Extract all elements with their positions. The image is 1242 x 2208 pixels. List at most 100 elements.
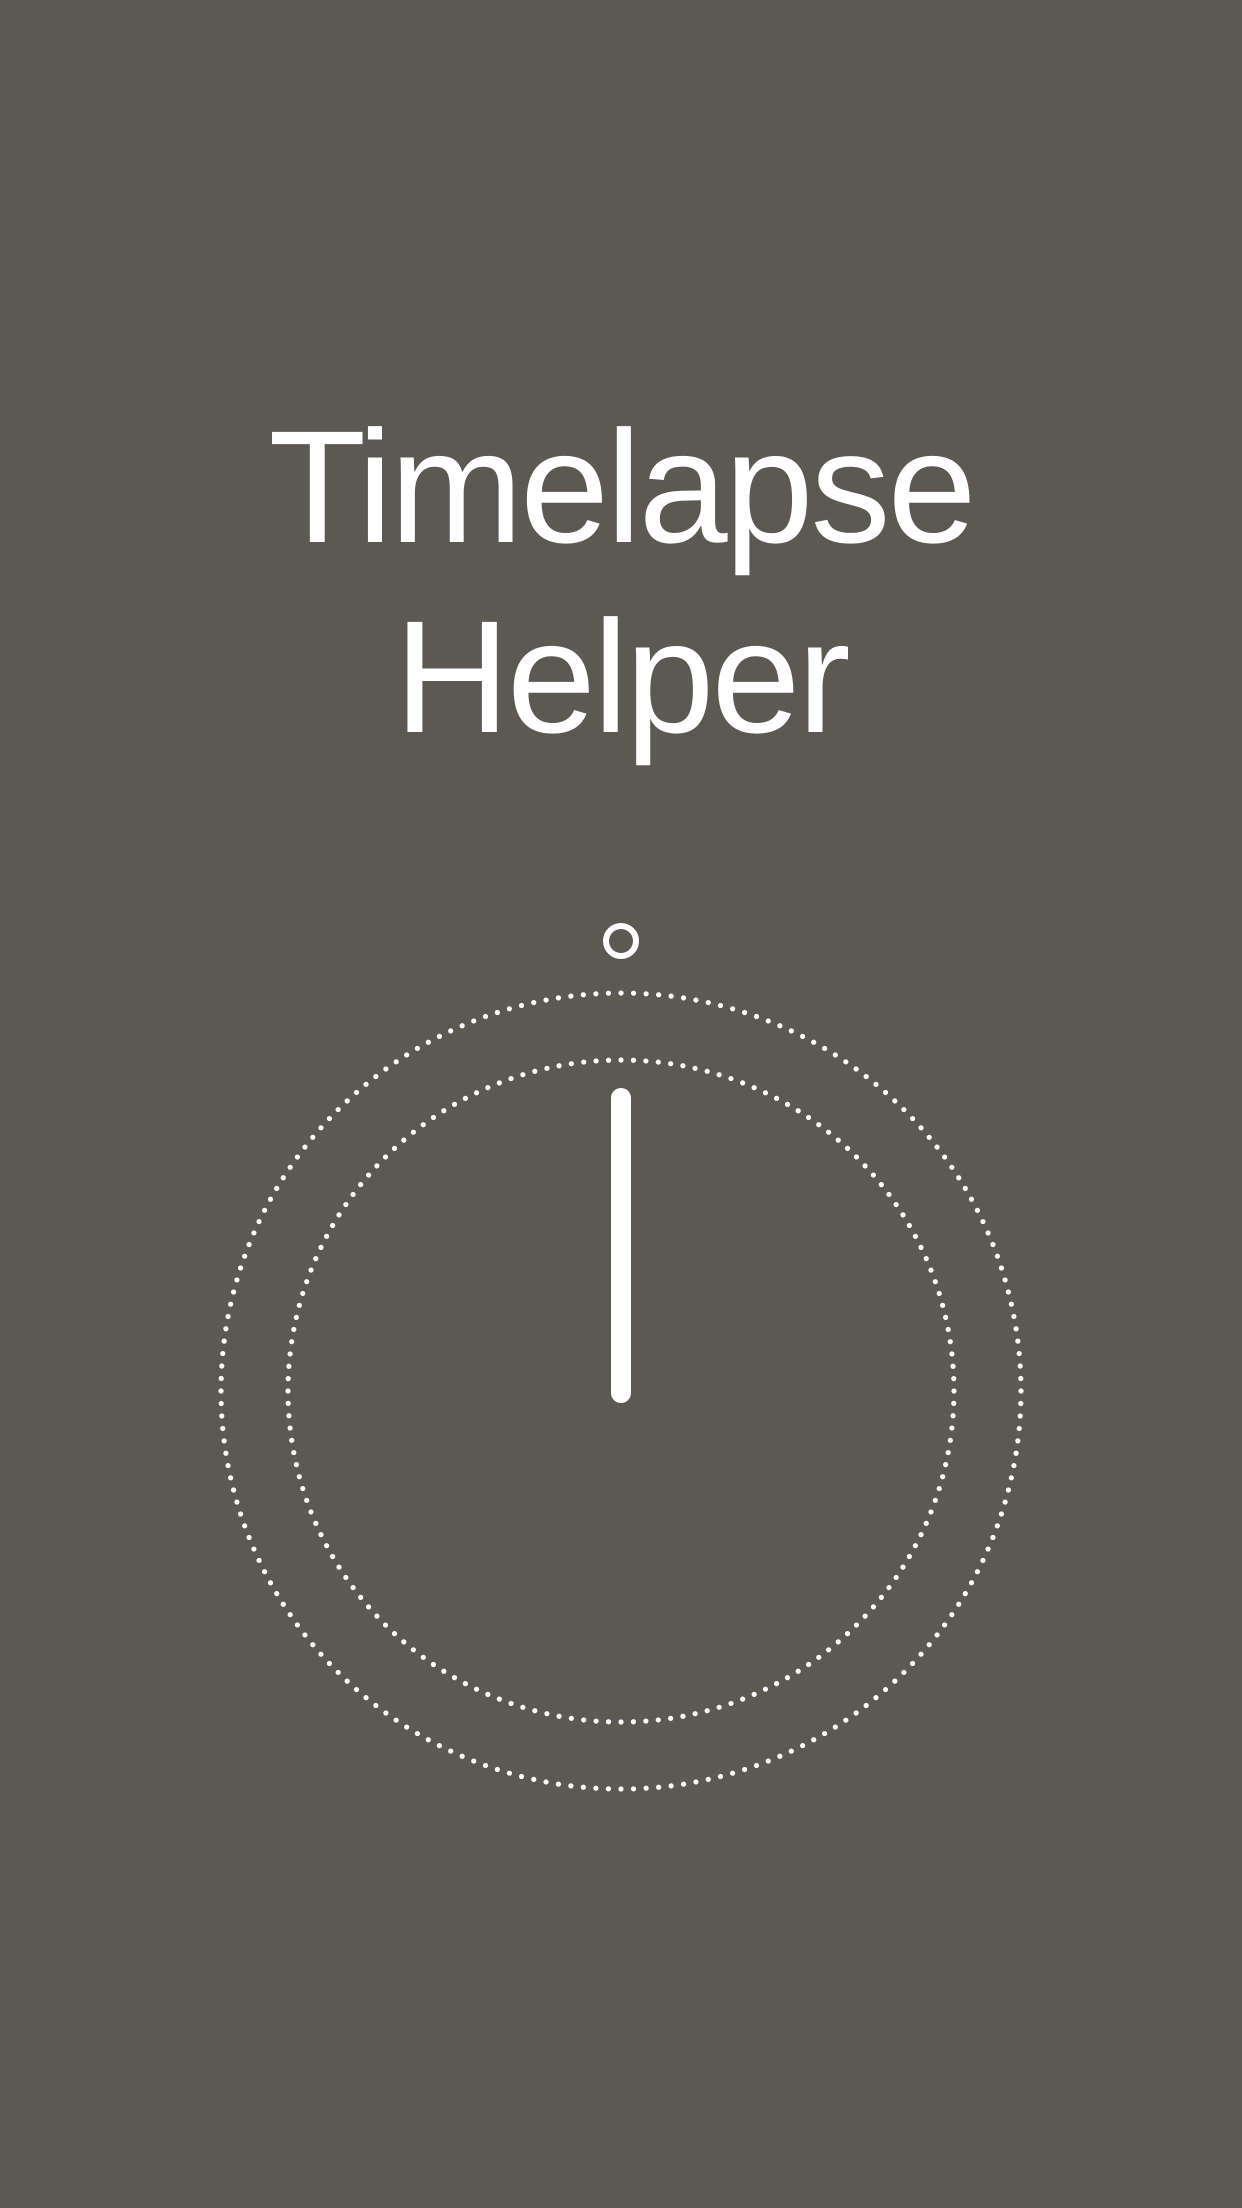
inner-ring-dot [544, 1065, 550, 1071]
outer-ring-dot [459, 1023, 465, 1029]
outer-ring-dot [873, 1081, 879, 1087]
inner-ring-dot [374, 1163, 380, 1169]
inner-ring-dot [774, 1095, 780, 1101]
inner-ring-dot [291, 1326, 297, 1333]
inner-ring-dot [751, 1691, 757, 1697]
inner-ring-dot [323, 1233, 330, 1239]
inner-ring-dot [374, 1613, 380, 1619]
inner-ring-dot [287, 1351, 293, 1357]
inner-ring-dot [289, 1437, 295, 1443]
inner-ring-dot [716, 1072, 722, 1078]
outer-ring-dot [230, 1289, 237, 1295]
inner-ring-dot [286, 1413, 292, 1419]
outer-ring-dot [693, 997, 699, 1003]
inner-ring-dot [795, 1108, 801, 1114]
outer-ring-dot [680, 995, 687, 1001]
inner-ring-dot [668, 1715, 674, 1721]
outer-ring-dot [822, 1045, 828, 1052]
inner-ring-dot [366, 1172, 372, 1178]
inner-ring-dot [496, 1696, 502, 1702]
outer-ring-dot [777, 1753, 783, 1759]
inner-ring-dot [774, 1681, 780, 1687]
outer-ring-dot [777, 1023, 783, 1029]
outer-ring-dot [383, 1710, 389, 1716]
inner-ring-dot [943, 1462, 949, 1468]
inner-ring-dot [923, 1520, 929, 1526]
inner-ring-dot [918, 1532, 924, 1538]
outer-ring-dot [326, 1115, 333, 1122]
inner-ring-dot [441, 1108, 447, 1114]
outer-ring-dot [811, 1737, 817, 1743]
inner-ring-dot [950, 1413, 956, 1419]
outer-ring-dot [287, 1612, 293, 1618]
outer-ring-dot [863, 1073, 869, 1080]
outer-ring-dot [1011, 1313, 1017, 1320]
inner-ring-dot [300, 1485, 306, 1492]
outer-ring-dot [242, 1523, 248, 1529]
inner-ring-dot [605, 1057, 612, 1063]
outer-ring-dot [344, 1098, 350, 1104]
outer-ring-dot [765, 1758, 771, 1764]
outer-ring-dot [956, 1175, 962, 1181]
outer-ring-dot [274, 1185, 280, 1191]
inner-ring-dot [350, 1584, 356, 1591]
inner-ring-dot [343, 1201, 349, 1208]
outer-ring-dot [1015, 1438, 1021, 1444]
outer-ring-dot [717, 1002, 724, 1009]
outer-ring-dot [531, 1776, 537, 1783]
outer-ring-dot [568, 993, 574, 999]
inner-ring-dot [936, 1290, 942, 1297]
inner-ring-dot [692, 1065, 698, 1071]
inner-ring-dot [655, 1059, 661, 1065]
inner-ring-dot [313, 1520, 319, 1526]
inner-ring-dot [556, 1713, 562, 1719]
inner-ring-dot [853, 1622, 860, 1628]
inner-ring-dot [556, 1063, 562, 1069]
timer-dial[interactable] [0, 0, 1242, 2208]
inner-ring-dot [391, 1145, 398, 1151]
inner-ring-dot [358, 1182, 364, 1188]
inner-ring-dot [680, 1713, 686, 1719]
outer-ring-dot [448, 1028, 454, 1034]
outer-ring-dot [256, 1557, 262, 1564]
inner-ring-dot [441, 1668, 447, 1674]
outer-ring-dot [225, 1313, 231, 1320]
outer-ring-dot [471, 1018, 477, 1024]
outer-ring-dot [863, 1702, 869, 1709]
inner-ring-dot [496, 1080, 502, 1086]
inner-ring-dot [568, 1715, 574, 1721]
inner-ring-dot [949, 1351, 955, 1357]
outer-ring-dot [1015, 1338, 1021, 1344]
outer-ring-dot [1018, 1388, 1024, 1394]
outer-ring-dot [618, 990, 624, 996]
dial-handle-knob[interactable] [603, 923, 639, 959]
inner-ring-dot [350, 1191, 356, 1198]
inner-ring-dot [336, 1212, 342, 1218]
inner-ring-dot [870, 1172, 877, 1178]
outer-ring-dot [843, 1059, 849, 1065]
outer-ring-dot [956, 1601, 962, 1607]
outer-ring-dot [630, 990, 637, 996]
outer-ring-dot [832, 1724, 838, 1730]
outer-ring-dot [668, 1783, 674, 1789]
outer-ring-dot [656, 1784, 662, 1790]
inner-ring-dot [740, 1080, 746, 1086]
inner-ring-dot [532, 1068, 538, 1074]
outer-ring-dot [800, 1743, 806, 1749]
outer-ring-dot [998, 1265, 1005, 1271]
outer-ring-dot [335, 1669, 341, 1676]
outer-ring-dot [882, 1686, 889, 1693]
outer-ring-dot [436, 1743, 442, 1749]
inner-ring-dot [940, 1474, 946, 1480]
inner-ring-dot [630, 1719, 637, 1725]
outer-ring-dot [909, 1115, 916, 1122]
outer-ring-dot [234, 1277, 240, 1283]
outer-ring-dot [742, 1766, 748, 1773]
inner-ring-dot [900, 1564, 906, 1570]
outer-ring-dot [228, 1301, 234, 1307]
inner-ring-dot [704, 1708, 710, 1714]
outer-ring-dot [942, 1622, 948, 1628]
inner-ring-dot [951, 1388, 957, 1394]
outer-ring-dot [482, 1013, 489, 1020]
outer-ring-dot [223, 1450, 229, 1456]
